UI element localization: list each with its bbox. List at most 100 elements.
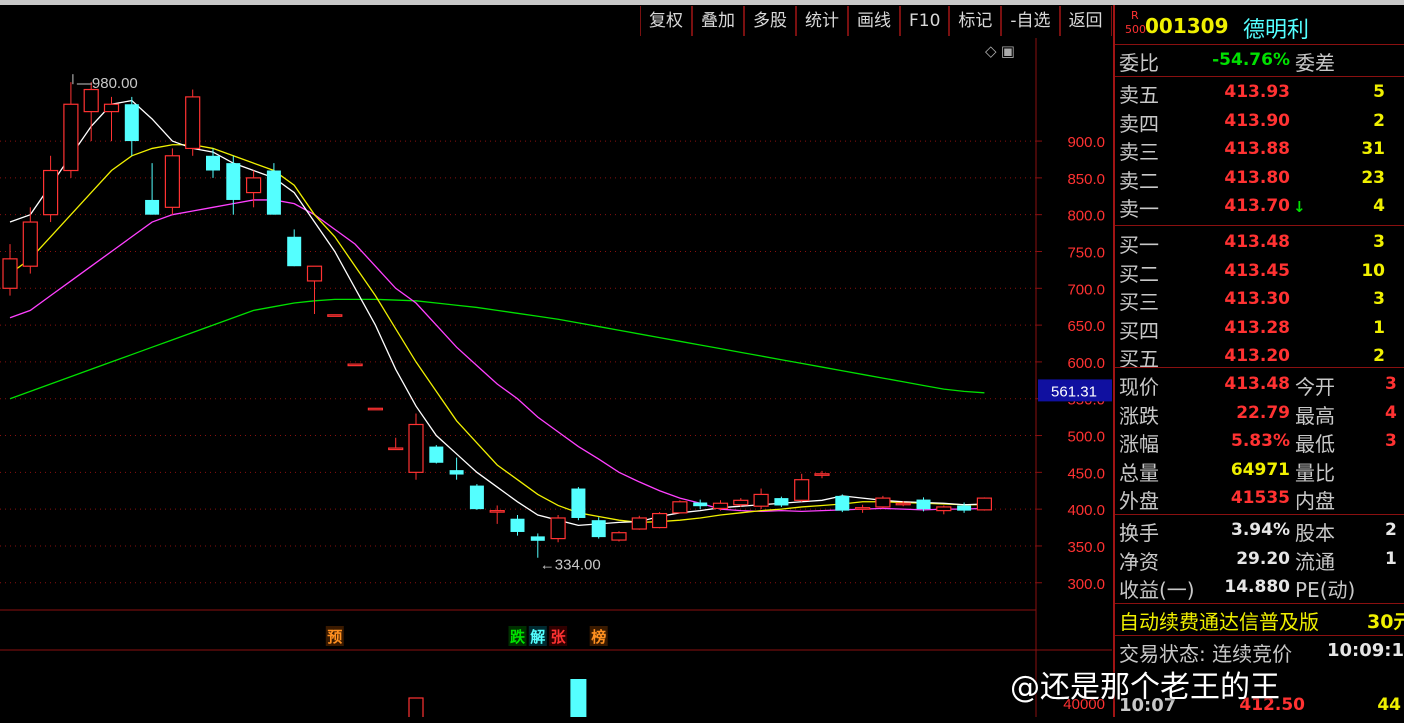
fund-value: 3.94% [1231, 520, 1290, 540]
divider [1115, 225, 1404, 226]
ask-level-row[interactable]: 卖四 413.90 2 [1115, 108, 1404, 136]
candle-body [510, 518, 525, 532]
bid-level-qty: 10 [1361, 260, 1385, 281]
volume-bar [570, 679, 587, 719]
candle-body [83, 88, 99, 113]
candle-body [591, 520, 606, 538]
ask-level-label: 卖四 [1119, 111, 1159, 136]
ask-level-label: 卖二 [1119, 168, 1159, 193]
bid-level-label: 买四 [1119, 318, 1159, 343]
quote-label: 现价 [1119, 375, 1159, 399]
toolbar-statistics[interactable]: 统计 [796, 6, 848, 36]
fund-label: 净资 [1119, 549, 1159, 574]
divider [1115, 44, 1404, 45]
kline-svg[interactable]: 900.0850.0800.0750.0700.0650.0600.0550.0… [0, 38, 1112, 723]
bid-level-label: 买二 [1119, 261, 1159, 286]
bid-level-row[interactable]: 买二 413.45 10 [1115, 258, 1404, 286]
ask-level-price: 413.93 [1224, 82, 1290, 102]
stock-code: 001309 [1145, 14, 1229, 38]
candle-body [895, 502, 911, 506]
toolbar-add-watchlist[interactable]: -自选 [1001, 6, 1060, 36]
candle-body [145, 199, 160, 215]
chart-toolbar: 复权 叠加 多股 统计 画线 F10 标记 -自选 返回 [640, 6, 1112, 38]
quote-row: 涨幅 5.83% 最低 3 [1115, 428, 1404, 456]
candle-body [631, 517, 647, 530]
ask-level-price: 413.80 [1224, 167, 1290, 188]
y-tick-label: 400.0 [1067, 502, 1105, 519]
fund-label-2: 股本 [1295, 521, 1335, 545]
y-tick-label: 800.0 [1067, 208, 1105, 225]
y-tick-label: 750.0 [1067, 244, 1105, 261]
fund-row: 换手 3.94% 股本 2 [1115, 517, 1404, 545]
ad-price: 30元 [1367, 611, 1404, 633]
fund-label: 换手 [1119, 521, 1159, 545]
toolbar-f10[interactable]: F10 [900, 6, 950, 36]
bid-level-row[interactable]: 买四 413.28 1 [1115, 315, 1404, 343]
candle-body [266, 170, 281, 215]
watermark: @还是那个老王的王 [1010, 670, 1280, 705]
ask-level-row[interactable]: 卖三 413.88 31 [1115, 136, 1404, 164]
ask-level-row[interactable]: 卖五 413.93 5 [1115, 79, 1404, 107]
stock-badge-500: 500 [1125, 23, 1146, 36]
fund-label-2: 流通 [1295, 549, 1335, 574]
bid-level-row[interactable]: 买三 413.30 3 [1115, 286, 1404, 314]
ask-level-qty: 2 [1373, 110, 1385, 131]
ask-level-row[interactable]: 卖一 413.70 4 [1115, 193, 1404, 221]
candle-body [2, 258, 18, 289]
bid-level-row[interactable]: 买一 413.48 3 [1115, 229, 1404, 257]
bid-level-price: 413.20 [1224, 346, 1290, 367]
candle-body [306, 265, 323, 282]
candle-body [429, 446, 444, 463]
ask-level-row[interactable]: 卖二 413.80 23 [1115, 165, 1404, 193]
candle-body [550, 517, 566, 540]
trade-status-time: 10:09:15 [1327, 640, 1404, 661]
candle-body [916, 499, 931, 510]
bid-level-label: 买三 [1119, 290, 1159, 315]
quote-value-2: 3 [1385, 431, 1397, 451]
event-marker: 榜 [591, 628, 606, 646]
toolbar-restore-rights[interactable]: 复权 [640, 6, 692, 36]
candle-body [571, 488, 586, 518]
ask-level-label: 卖五 [1119, 83, 1159, 107]
candle-body [327, 314, 343, 317]
stock-name: 德明利 [1243, 18, 1310, 43]
y-tick-label: 600.0 [1067, 355, 1105, 372]
quote-panel: R 500 001309 德明利 委比 -54.76% 委差 卖五 413.93 5… [1113, 5, 1404, 717]
y-tick-label: 300.0 [1067, 576, 1105, 593]
y-tick-label: 650.0 [1067, 318, 1105, 335]
toolbar-draw-line[interactable]: 画线 [848, 6, 900, 36]
toolbar-back[interactable]: 返回 [1059, 6, 1112, 36]
event-marker: 张 [551, 628, 567, 646]
quote-row: 总量 64971 量比 [1115, 457, 1404, 485]
fund-value-2: 2 [1385, 520, 1397, 540]
candle-body [976, 497, 993, 511]
event-marker: 预 [327, 628, 342, 646]
toolbar-overlay[interactable]: 叠加 [692, 6, 744, 36]
quote-value-2: 4 [1385, 402, 1397, 423]
toolbar-multi-stock[interactable]: 多股 [744, 6, 796, 36]
ask-level-price: 413.88 [1224, 139, 1290, 160]
ad-row[interactable]: 自动续费通达信普及版 30元 [1115, 606, 1404, 634]
quote-label: 总量 [1119, 460, 1159, 485]
candle-body [347, 363, 363, 367]
toolbar-mark[interactable]: 标记 [949, 6, 1002, 36]
kline-chart[interactable]: 900.0850.0800.0750.0700.0650.0600.0550.0… [0, 38, 1112, 723]
candle-body [530, 536, 545, 541]
quote-value-2: 3 [1385, 374, 1397, 394]
divider [1115, 367, 1404, 368]
candle-body [774, 498, 789, 506]
quote-row: 现价 413.48 今开 3 [1115, 371, 1404, 399]
volume-bar [408, 697, 424, 723]
y-tick-label: 450.0 [1067, 465, 1105, 482]
ma5-line [9, 99, 985, 526]
quote-row: 外盘 41535 内盘 [1115, 485, 1404, 513]
candle-body [469, 485, 484, 510]
ad-text[interactable]: 自动续费通达信普及版 [1119, 606, 1319, 635]
fund-row: 收益(一) 14.880 PE(动) [1115, 574, 1404, 602]
candle-body [408, 423, 424, 473]
candle-body [388, 447, 404, 451]
divider [1115, 76, 1404, 77]
ask-level-price: 413.90 [1224, 110, 1290, 131]
candle-body [651, 512, 668, 529]
quote-label-2: 量比 [1295, 460, 1335, 485]
